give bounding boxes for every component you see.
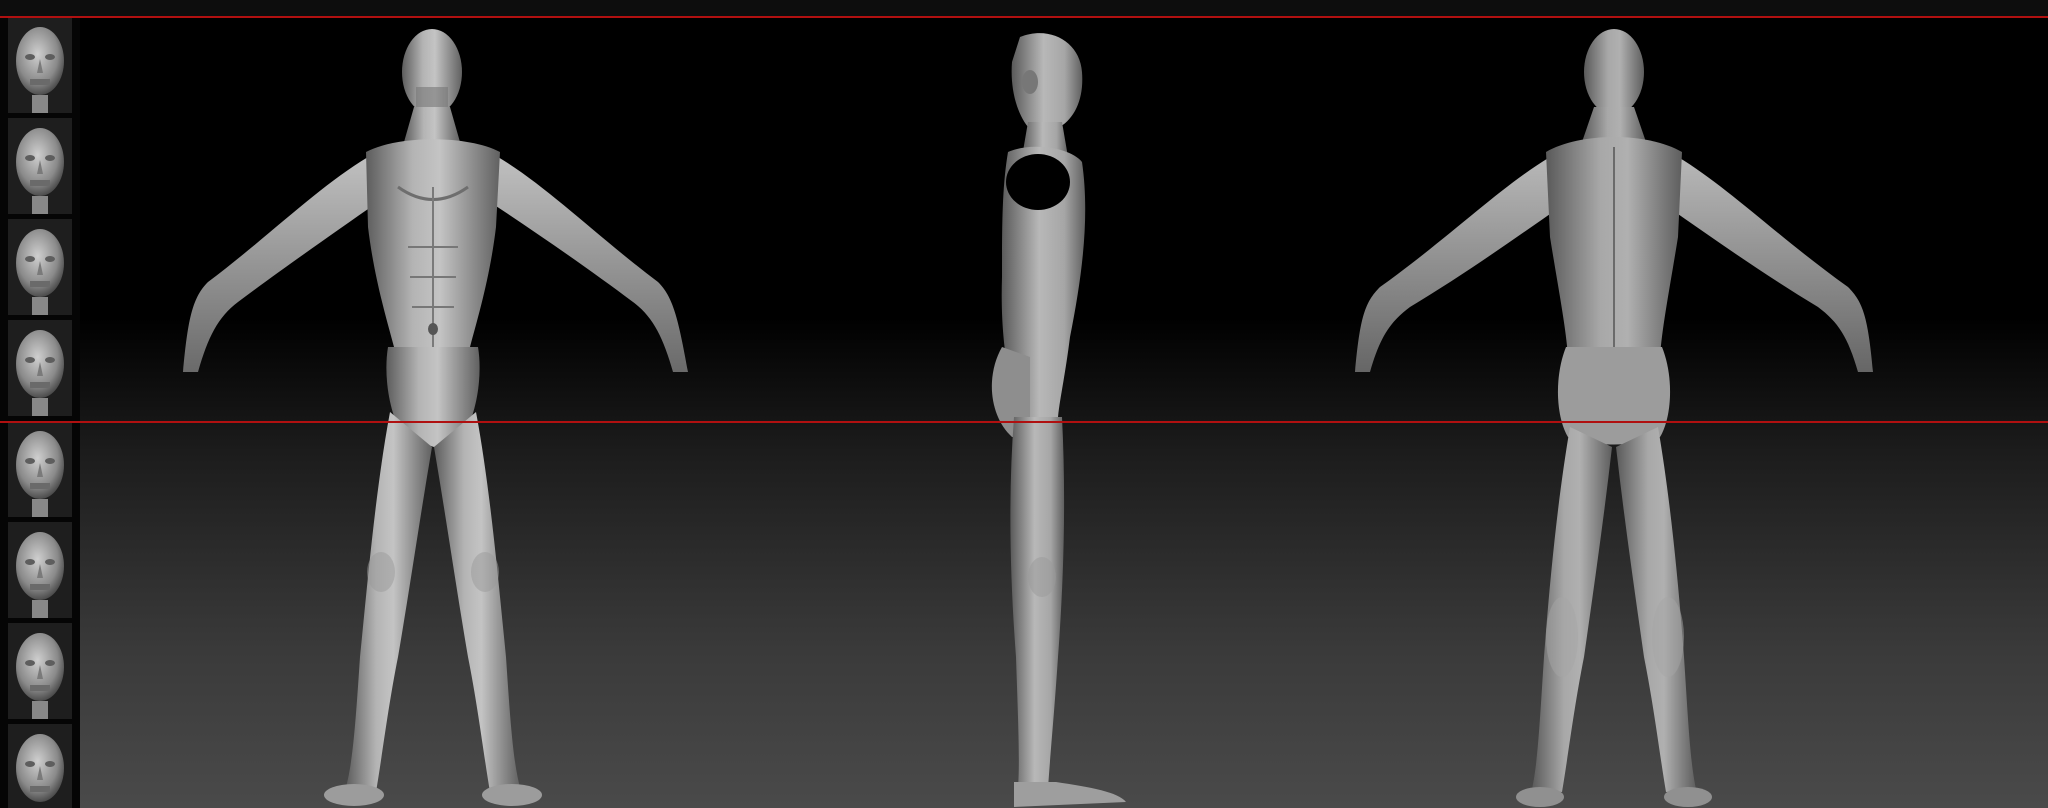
head-thumbnail-8[interactable] — [8, 724, 72, 808]
head-thumbnail-icon — [8, 522, 72, 618]
head-thumbnail-icon — [8, 17, 72, 113]
back-view-figure[interactable] — [1270, 17, 1970, 808]
head-thumbnail-icon — [8, 421, 72, 517]
head-thumbnail-5[interactable] — [8, 421, 72, 517]
head-thumbnail-icon — [8, 219, 72, 315]
crotch-guide-line — [0, 421, 2048, 423]
side-view-figure[interactable] — [930, 17, 1170, 808]
top-guide-line — [0, 16, 2048, 18]
head-thumbnail-2[interactable] — [8, 118, 72, 214]
head-thumbnail-4[interactable] — [8, 320, 72, 416]
head-thumbnail-panel — [0, 17, 80, 808]
head-thumbnail-7[interactable] — [8, 623, 72, 719]
head-thumbnail-icon — [8, 623, 72, 719]
front-view-model — [183, 29, 688, 806]
sculpt-viewport-canvas[interactable] — [80, 17, 2048, 808]
sculpt-app-window — [0, 0, 2048, 808]
head-thumbnail-icon — [8, 724, 72, 808]
head-thumbnail-6[interactable] — [8, 522, 72, 618]
side-view-model — [991, 33, 1126, 807]
head-thumbnail-3[interactable] — [8, 219, 72, 315]
head-thumbnail-icon — [8, 320, 72, 416]
head-thumbnail-1[interactable] — [8, 17, 72, 113]
back-view-model — [1355, 29, 1873, 807]
front-view-figure[interactable] — [98, 17, 798, 808]
head-thumbnail-icon — [8, 118, 72, 214]
